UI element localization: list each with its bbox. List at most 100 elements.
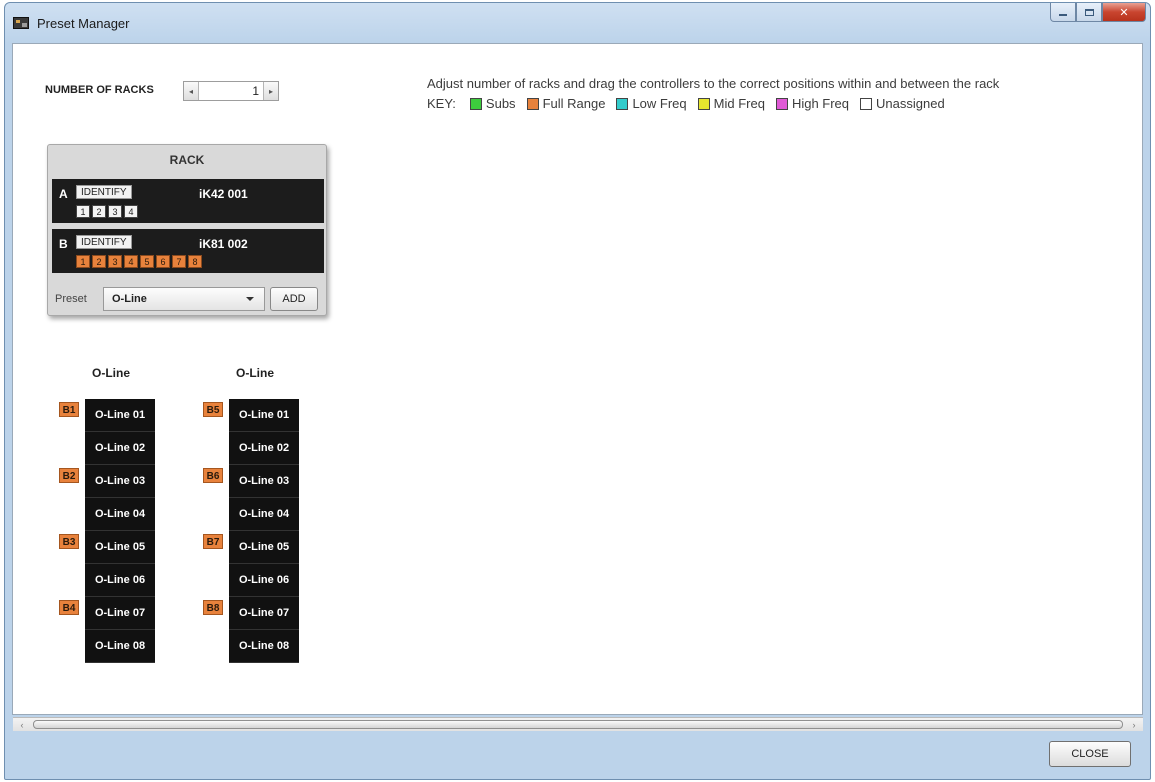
key-item-label: Unassigned (876, 96, 945, 111)
speaker-cabinet[interactable]: O-Line 07 (85, 597, 155, 630)
channel-badge[interactable]: B3 (59, 534, 79, 549)
speaker-cabinet[interactable]: O-Line 08 (85, 630, 155, 663)
channel-badge[interactable]: B2 (59, 468, 79, 483)
speaker-cabinet[interactable]: O-Line 05 (229, 531, 299, 564)
rack-slot-b[interactable]: B IDENTIFY iK81 002 12345678 (52, 229, 324, 273)
channel-chip[interactable]: 4 (124, 255, 138, 268)
content-area: NUMBER OF RACKS ◂ 1 ▸ Adjust number of r… (12, 43, 1143, 715)
speaker-cabinet[interactable]: O-Line 03 (229, 465, 299, 498)
speaker-cabinet[interactable]: O-Line 02 (85, 432, 155, 465)
key-item-label: Full Range (542, 96, 606, 111)
channel-badge[interactable]: B6 (203, 468, 223, 483)
minimize-icon (1059, 14, 1067, 16)
channel-badge[interactable]: B4 (59, 600, 79, 615)
speaker-cabinet[interactable]: O-Line 07 (229, 597, 299, 630)
device-name-a: iK42 001 (199, 187, 248, 201)
speaker-cabinet[interactable]: O-Line 02 (229, 432, 299, 465)
arrow-right-icon: ▸ (268, 86, 273, 96)
speaker-column-1: O-Line 01 O-Line 02 O-Line 03 O-Line 04 O-Li… (85, 399, 155, 663)
channel-chip[interactable]: 6 (156, 255, 170, 268)
minimize-button[interactable] (1050, 3, 1076, 22)
channel-chip[interactable]: 5 (140, 255, 154, 268)
color-swatch (526, 97, 539, 110)
color-swatch (616, 97, 629, 110)
speaker-cabinet[interactable]: O-Line 04 (229, 498, 299, 531)
channel-chip[interactable]: 3 (108, 255, 122, 268)
channel-chip[interactable]: 2 (92, 205, 106, 218)
device-name-b: iK81 002 (199, 237, 248, 251)
channel-chip[interactable]: 8 (188, 255, 202, 268)
key-item-label: Mid Freq (713, 96, 765, 111)
scroll-right-icon[interactable]: › (1127, 719, 1141, 731)
title-bar[interactable]: Preset Manager ✕ (5, 3, 1150, 41)
key-item-label: Low Freq (632, 96, 687, 111)
channel-chip[interactable]: 3 (108, 205, 122, 218)
window-close-button[interactable]: ✕ (1102, 3, 1146, 22)
speaker-cabinet[interactable]: O-Line 03 (85, 465, 155, 498)
speaker-cabinet[interactable]: O-Line 06 (85, 564, 155, 597)
horizontal-scrollbar[interactable]: ‹ › (13, 717, 1143, 731)
color-swatch (469, 97, 482, 110)
speaker-cabinet[interactable]: O-Line 06 (229, 564, 299, 597)
color-key: KEY: Subs Full Range Low Freq Mid Freq High … (427, 96, 956, 111)
key-item-label: High Freq (791, 96, 850, 111)
channel-badge[interactable]: B8 (203, 600, 223, 615)
window-controls: ✕ (1050, 3, 1146, 23)
maximize-icon (1084, 8, 1094, 16)
key-item: Unassigned (860, 96, 945, 111)
chevron-down-icon (246, 297, 254, 301)
speaker-cabinet[interactable]: O-Line 01 (229, 399, 299, 432)
speaker-column-title-2: O-Line (236, 366, 274, 380)
key-items: Subs Full Range Low Freq Mid Freq High Freq U… (469, 96, 956, 111)
scroll-left-icon[interactable]: ‹ (15, 719, 29, 731)
channel-badge[interactable]: B1 (59, 402, 79, 417)
channel-badge[interactable]: B5 (203, 402, 223, 417)
speaker-cabinet[interactable]: O-Line 05 (85, 531, 155, 564)
preset-value: O-Line (112, 293, 147, 305)
key-item-label: Subs (485, 96, 516, 111)
maximize-button[interactable] (1076, 3, 1102, 22)
channel-list-b: 12345678 (76, 255, 204, 268)
speaker-cabinet[interactable]: O-Line 01 (85, 399, 155, 432)
key-item: Low Freq (616, 96, 687, 111)
slot-letter: A (59, 187, 68, 201)
identify-button-a[interactable]: IDENTIFY (76, 185, 132, 199)
channel-list-a: 1234 (76, 205, 140, 218)
number-of-racks-spinner[interactable]: ◂ 1 ▸ (183, 81, 279, 101)
speaker-column-title-1: O-Line (92, 366, 130, 380)
color-swatch (860, 97, 873, 110)
channel-chip[interactable]: 1 (76, 205, 90, 218)
channel-badge[interactable]: B7 (203, 534, 223, 549)
key-item: Full Range (526, 96, 606, 111)
close-icon: ✕ (1119, 6, 1129, 19)
channel-chip[interactable]: 2 (92, 255, 106, 268)
add-button[interactable]: ADD (270, 287, 318, 311)
speaker-cabinet[interactable]: O-Line 04 (85, 498, 155, 531)
speaker-column-2: O-Line 01 O-Line 02 O-Line 03 O-Line 04 O-Li… (229, 399, 299, 663)
rack-panel: RACK A IDENTIFY iK42 001 1234 B IDENTIFY… (47, 144, 327, 316)
instructions-text: Adjust number of racks and drag the cont… (427, 76, 1000, 91)
channel-chip[interactable]: 7 (172, 255, 186, 268)
color-swatch (775, 97, 788, 110)
key-item: Mid Freq (697, 96, 765, 111)
identify-button-b[interactable]: IDENTIFY (76, 235, 132, 249)
rack-title: RACK (169, 153, 205, 167)
rack-slot-a[interactable]: A IDENTIFY iK42 001 1234 (52, 179, 324, 223)
slot-letter: B (59, 237, 68, 251)
channel-chip[interactable]: 4 (124, 205, 138, 218)
window-title: Preset Manager (37, 16, 130, 31)
close-button[interactable]: CLOSE (1049, 741, 1131, 767)
footer-bar: CLOSE (5, 733, 1150, 779)
speaker-cabinet[interactable]: O-Line 08 (229, 630, 299, 663)
spinner-increment-button[interactable]: ▸ (263, 82, 278, 100)
preset-manager-window: Preset Manager ✕ NUMBER OF RACKS ◂ 1 ▸ A… (4, 2, 1151, 780)
number-of-racks-value[interactable]: 1 (199, 82, 263, 100)
scroll-thumb[interactable] (33, 720, 1123, 729)
preset-dropdown[interactable]: O-Line (103, 287, 265, 311)
preset-label: Preset (55, 293, 87, 305)
number-of-racks-label: NUMBER OF RACKS (45, 84, 154, 96)
app-icon (13, 17, 29, 29)
key-item: Subs (469, 96, 516, 111)
channel-chip[interactable]: 1 (76, 255, 90, 268)
spinner-decrement-button[interactable]: ◂ (184, 82, 199, 100)
